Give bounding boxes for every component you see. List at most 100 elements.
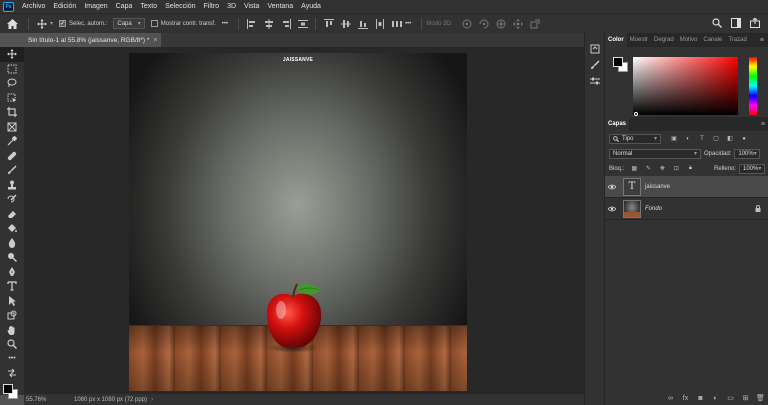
- align-middle-icon[interactable]: [340, 18, 351, 29]
- menu-filtro[interactable]: Filtro: [200, 3, 224, 10]
- stamp-tool[interactable]: [0, 178, 24, 193]
- adjustment-filter-icon[interactable]: ◐: [683, 134, 693, 144]
- history-brush-tool[interactable]: [0, 192, 24, 207]
- color-field[interactable]: [633, 57, 738, 115]
- paint-bucket-tool[interactable]: [0, 221, 24, 236]
- tab-gradients[interactable]: Degrad: [651, 33, 677, 47]
- filter-toggle-icon[interactable]: ●: [739, 134, 749, 144]
- slide-3d-icon[interactable]: [512, 18, 523, 29]
- tab-color[interactable]: Color: [605, 33, 627, 47]
- hand-tool[interactable]: [0, 323, 24, 338]
- menu-seleccion[interactable]: Selección: [161, 3, 199, 10]
- lock-all-icon[interactable]: 🔒︎: [685, 164, 695, 174]
- layer-row-jaissanve[interactable]: T jaissanve: [605, 176, 768, 198]
- panel-menu-icon[interactable]: ≡: [760, 37, 768, 44]
- home-button[interactable]: [0, 14, 24, 34]
- menu-capa[interactable]: Capa: [112, 3, 137, 10]
- lock-artboard-icon[interactable]: ⊡: [671, 164, 681, 174]
- brush-tool[interactable]: [0, 163, 24, 178]
- smart-object-filter-icon[interactable]: ◧: [725, 134, 735, 144]
- more-tools[interactable]: •••: [0, 352, 24, 367]
- pan-3d-icon[interactable]: [495, 18, 506, 29]
- layer-filter-dropdown[interactable]: Tipo ▾: [609, 133, 661, 144]
- new-group-icon[interactable]: ▭: [726, 394, 735, 403]
- pixel-filter-icon[interactable]: ▣: [669, 134, 679, 144]
- move-tool-preset[interactable]: [36, 18, 47, 29]
- workspace-icon[interactable]: [730, 17, 741, 28]
- shape-tool[interactable]: [0, 308, 24, 323]
- marquee-tool[interactable]: [0, 62, 24, 77]
- chevron-right-icon[interactable]: ›: [151, 397, 153, 403]
- type-filter-icon[interactable]: T: [697, 134, 707, 144]
- menu-imagen[interactable]: Imagen: [80, 3, 111, 10]
- fx-icon[interactable]: fx: [681, 394, 690, 403]
- lock-transparency-icon[interactable]: ▦: [629, 164, 639, 174]
- align-center-icon[interactable]: [263, 18, 274, 29]
- document-canvas[interactable]: JAISSANVE: [129, 53, 467, 391]
- panel-menu-icon[interactable]: ≡: [761, 121, 768, 128]
- zoom-tool[interactable]: [0, 337, 24, 352]
- share-icon[interactable]: [749, 17, 760, 28]
- layer-name[interactable]: Fondo: [645, 206, 662, 212]
- scale-3d-icon[interactable]: [529, 18, 540, 29]
- menu-ayuda[interactable]: Ayuda: [297, 3, 325, 10]
- menu-3d[interactable]: 3D: [223, 3, 240, 10]
- lasso-tool[interactable]: [0, 76, 24, 91]
- align-left-icon[interactable]: [246, 18, 257, 29]
- auto-select-dropdown[interactable]: Capa ▾: [113, 18, 145, 29]
- pen-tool[interactable]: [0, 265, 24, 280]
- document-tab[interactable]: Sin título-1 al 55.8% (jaissanve, RGB/8*…: [24, 33, 162, 47]
- adjustments-button[interactable]: [585, 73, 605, 89]
- adjustment-layer-icon[interactable]: ◐: [711, 394, 720, 403]
- trash-icon[interactable]: 🗑︎: [756, 394, 765, 403]
- tab-channels[interactable]: Canale: [700, 33, 725, 47]
- object-select-tool[interactable]: [0, 91, 24, 106]
- crop-tool[interactable]: [0, 105, 24, 120]
- foreground-swatch[interactable]: [613, 57, 623, 67]
- type-tool[interactable]: [0, 279, 24, 294]
- new-layer-icon[interactable]: ⊞: [741, 394, 750, 403]
- align-right-icon[interactable]: [280, 18, 291, 29]
- canvas-area[interactable]: JAISSANVE: [24, 47, 584, 394]
- show-transform-checkbox[interactable]: [150, 20, 158, 27]
- history-panel-button[interactable]: [585, 41, 605, 57]
- layer-row-fondo[interactable]: Fondo: [605, 198, 768, 220]
- blur-tool[interactable]: [0, 236, 24, 251]
- foreground-color[interactable]: [3, 383, 13, 394]
- move-tool[interactable]: [0, 47, 24, 62]
- menu-texto[interactable]: Texto: [136, 3, 161, 10]
- blend-mode-dropdown[interactable]: Normal ▾: [609, 148, 701, 159]
- more-options-icon[interactable]: •••: [222, 21, 228, 27]
- edit-toolbar[interactable]: [0, 366, 24, 381]
- search-icon[interactable]: [711, 17, 722, 28]
- tab-layers[interactable]: Capas: [605, 117, 630, 131]
- shape-filter-icon[interactable]: ▢: [711, 134, 721, 144]
- menu-edicion[interactable]: Edición: [49, 3, 80, 10]
- eraser-tool[interactable]: [0, 207, 24, 222]
- tab-paths[interactable]: Trazad: [725, 33, 749, 47]
- eyedropper-tool[interactable]: [0, 134, 24, 149]
- orbit-3d-icon[interactable]: [461, 18, 472, 29]
- healing-tool[interactable]: [0, 149, 24, 164]
- link-layers-icon[interactable]: ∞: [666, 394, 675, 403]
- zoom-level[interactable]: 55.76%: [24, 397, 74, 403]
- distribute-icon[interactable]: [297, 18, 308, 29]
- close-icon[interactable]: ×: [153, 37, 157, 44]
- layer-name[interactable]: jaissanve: [645, 184, 670, 190]
- dodge-tool[interactable]: [0, 250, 24, 265]
- color-picker-marker[interactable]: [634, 112, 638, 116]
- path-select-tool[interactable]: [0, 294, 24, 309]
- hue-slider[interactable]: [749, 57, 757, 115]
- roll-3d-icon[interactable]: [478, 18, 489, 29]
- distribute-spacing-icon[interactable]: [391, 18, 402, 29]
- more-options-icon[interactable]: •••: [405, 21, 411, 27]
- distribute-vertical-icon[interactable]: [374, 18, 385, 29]
- lock-pixels-icon[interactable]: ✎: [643, 164, 653, 174]
- menu-ventana[interactable]: Ventana: [263, 3, 297, 10]
- align-top-icon[interactable]: [323, 18, 334, 29]
- brush-settings-button[interactable]: [585, 57, 605, 73]
- chevron-down-icon[interactable]: ▾: [50, 20, 53, 27]
- visibility-toggle[interactable]: [605, 184, 619, 190]
- visibility-toggle[interactable]: [605, 206, 619, 212]
- color-swatches[interactable]: [0, 381, 24, 403]
